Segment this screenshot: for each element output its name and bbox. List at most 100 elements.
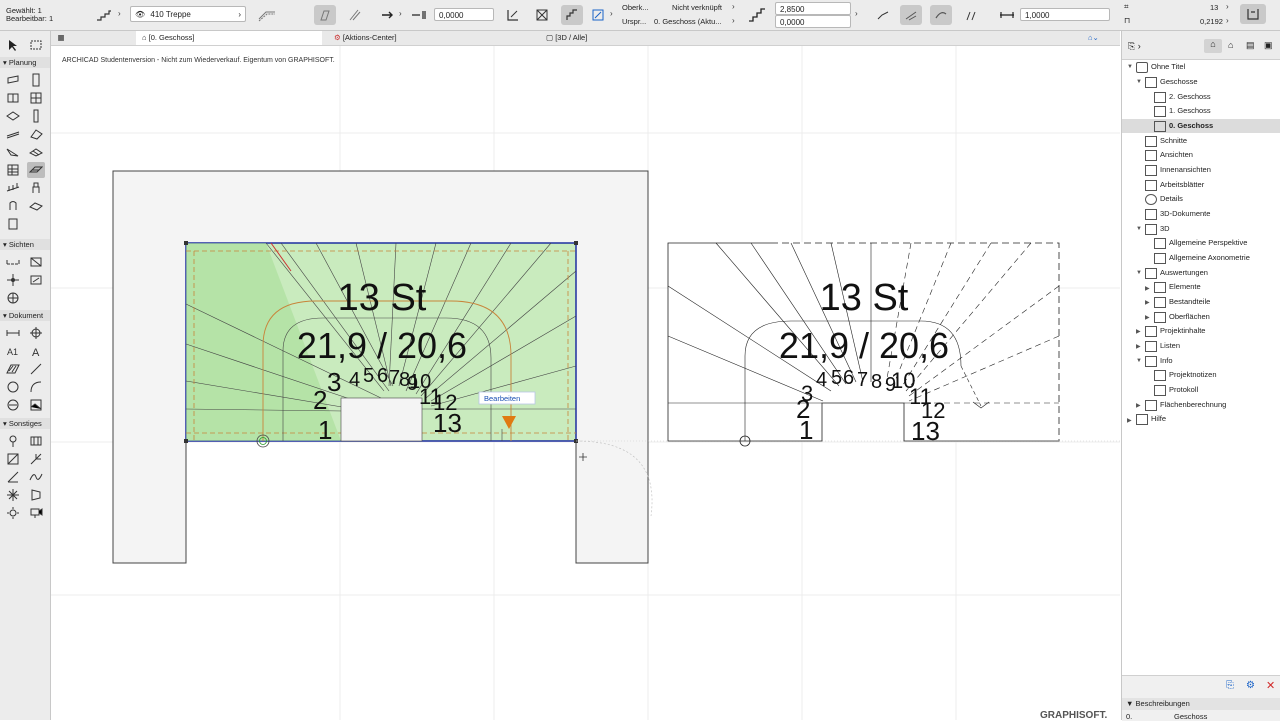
- walking-line-icon[interactable]: [377, 5, 399, 25]
- floor-plan-canvas[interactable]: 13 St 21,9 / 20,6 1 2 3 4 5 6 7 8 9 10 1…: [51, 46, 1120, 720]
- view-map-icon[interactable]: ⌂: [1228, 40, 1233, 50]
- nav-item-components[interactable]: Bestandteile: [1154, 295, 1210, 309]
- tread-display-icon[interactable]: [900, 5, 922, 25]
- nav-item-elevations[interactable]: Ansichten: [1145, 148, 1193, 162]
- corner-window-icon[interactable]: [4, 451, 22, 467]
- radial-dimension-icon[interactable]: [4, 469, 22, 485]
- structure-icon[interactable]: [256, 5, 278, 25]
- layout-book-icon[interactable]: ▤: [1246, 40, 1255, 51]
- interior-elevation-tool-icon[interactable]: [4, 272, 22, 288]
- tab-floorplan[interactable]: ⌂ [0. Geschoss]: [136, 31, 322, 45]
- section-planung[interactable]: ▾ Planung: [0, 57, 50, 68]
- publisher-icon[interactable]: ▣: [1264, 40, 1273, 51]
- grid-element-icon[interactable]: [4, 433, 22, 449]
- window-icon[interactable]: [4, 90, 22, 106]
- nav-item-project[interactable]: Ohne Titel: [1136, 60, 1185, 74]
- settings-icon[interactable]: ⚙: [1246, 680, 1255, 691]
- nav-item-area-calc[interactable]: Flächenberechnung: [1145, 398, 1226, 412]
- top-link-value[interactable]: Nicht verknüpft: [672, 3, 722, 12]
- label-icon[interactable]: A: [27, 343, 45, 359]
- nav-item-interior-elevations[interactable]: Innenansichten: [1145, 163, 1211, 177]
- nav-item-project-index[interactable]: Projektinhalte: [1145, 324, 1205, 338]
- floor-plan-drawing[interactable]: 13 St 21,9 / 20,6 1 2 3 4 5 6 7 8 9 10 1…: [51, 46, 1120, 720]
- nav-item-surfaces[interactable]: Oberflächen: [1154, 310, 1210, 324]
- nav-item-info[interactable]: Info: [1145, 354, 1173, 368]
- roof-icon[interactable]: [4, 126, 22, 142]
- chevron-down-icon[interactable]: ▼: [1136, 79, 1142, 85]
- chevron-right-icon[interactable]: ›: [399, 9, 402, 18]
- nav-item-sections[interactable]: Schnitte: [1145, 134, 1187, 148]
- nav-item-elements[interactable]: Elemente: [1154, 280, 1201, 294]
- nav-item-schedules[interactable]: Auswertungen: [1145, 266, 1208, 280]
- stair-components-icon[interactable]: [589, 5, 611, 25]
- detail-tool-icon[interactable]: [4, 290, 22, 306]
- chevron-right-icon[interactable]: ▶: [1136, 328, 1141, 335]
- lamp-icon[interactable]: [4, 198, 22, 214]
- nav-item-worksheets[interactable]: Arbeitsblätter: [1145, 178, 1204, 192]
- tab-3d-window[interactable]: ▢ [3D / Alle]: [546, 31, 746, 45]
- drawing-icon[interactable]: [27, 397, 45, 413]
- chevron-right-icon[interactable]: ▶: [1145, 299, 1150, 306]
- spline-icon[interactable]: [27, 469, 45, 485]
- nav-item-story-1[interactable]: 1. Geschoss: [1154, 104, 1211, 118]
- quick-options-icon[interactable]: ⌂⌄: [1088, 31, 1118, 45]
- chevron-down-icon[interactable]: ▼: [1136, 270, 1142, 276]
- delete-icon[interactable]: ✕: [1266, 679, 1275, 692]
- elevation-tool-icon[interactable]: [27, 254, 45, 270]
- symbol-display-icon[interactable]: [561, 5, 583, 25]
- section-sonstiges[interactable]: ▾ Sonstiges: [0, 418, 50, 429]
- section-display-icon[interactable]: [531, 5, 553, 25]
- wall-icon[interactable]: [4, 72, 22, 88]
- shell-icon[interactable]: [27, 126, 45, 142]
- dimension-icon[interactable]: [4, 325, 22, 341]
- nav-item-axonometry[interactable]: Allgemeine Axonometrie: [1154, 251, 1250, 265]
- tab-action-center[interactable]: ⚙ [Aktions-Center]: [334, 31, 534, 45]
- stair-icon[interactable]: [27, 162, 45, 178]
- arrow-select-icon[interactable]: [4, 37, 22, 53]
- chevron-right-icon[interactable]: ▶: [1136, 343, 1141, 350]
- hotspot-icon[interactable]: [4, 487, 22, 503]
- beam-icon[interactable]: [27, 108, 45, 124]
- chevron-right-icon[interactable]: ▶: [1136, 402, 1141, 409]
- zone-icon[interactable]: [27, 198, 45, 214]
- slab-icon[interactable]: [4, 108, 22, 124]
- chevron-right-icon[interactable]: ›: [1226, 2, 1229, 11]
- chevron-down-icon[interactable]: ▼: [1127, 64, 1133, 70]
- scale-field[interactable]: 1,0000: [1020, 8, 1110, 21]
- chevron-right-icon[interactable]: ›: [732, 2, 735, 11]
- chevron-right-icon[interactable]: ›: [1226, 16, 1229, 25]
- curtain-wall-icon[interactable]: [4, 162, 22, 178]
- section-sichten[interactable]: ▾ Sichten: [0, 239, 50, 250]
- line-icon[interactable]: [27, 361, 45, 377]
- project-map-icon[interactable]: ⌂: [1204, 39, 1222, 53]
- layer-selector[interactable]: 👁 410 Treppe ›: [130, 6, 246, 22]
- nav-item-lists[interactable]: Listen: [1145, 339, 1180, 353]
- selected-stair[interactable]: 13 St 21,9 / 20,6 1 2 3 4 5 6 7 8 9 10 1…: [184, 241, 578, 448]
- mesh-icon[interactable]: [27, 144, 45, 160]
- riser-count[interactable]: 13: [1210, 3, 1218, 12]
- chevron-right-icon[interactable]: ›: [732, 16, 735, 25]
- tab-overview-icon[interactable]: ▦: [50, 31, 72, 45]
- section-dokument[interactable]: ▾ Dokument: [0, 310, 50, 321]
- descriptions-header[interactable]: ▼ Beschreibungen: [1122, 698, 1280, 710]
- door-icon[interactable]: [27, 72, 45, 88]
- offset-field[interactable]: 0,0000: [434, 8, 494, 21]
- marquee-icon[interactable]: [27, 37, 45, 53]
- chevron-right-icon[interactable]: ›: [610, 9, 613, 18]
- chevron-right-icon[interactable]: ›: [118, 9, 121, 18]
- walking-line-display-icon[interactable]: [872, 5, 894, 25]
- wall-end-icon[interactable]: [27, 433, 45, 449]
- circle-icon[interactable]: [4, 379, 22, 395]
- text-icon[interactable]: A1: [4, 343, 22, 359]
- railing-tool-icon[interactable]: [4, 180, 22, 196]
- fill-icon[interactable]: [4, 361, 22, 377]
- column-icon[interactable]: [27, 90, 45, 106]
- worksheet-tool-icon[interactable]: [27, 272, 45, 288]
- chevron-right-icon[interactable]: ▶: [1127, 417, 1132, 424]
- morph-icon[interactable]: [4, 144, 22, 160]
- stair-edit-mode-icon[interactable]: [1240, 4, 1266, 24]
- nav-item-story-2[interactable]: 2. Geschoss: [1154, 90, 1211, 104]
- figure-icon[interactable]: [27, 487, 45, 503]
- edit-popup[interactable]: Bearbeiten: [478, 391, 536, 405]
- sun-icon[interactable]: [4, 505, 22, 521]
